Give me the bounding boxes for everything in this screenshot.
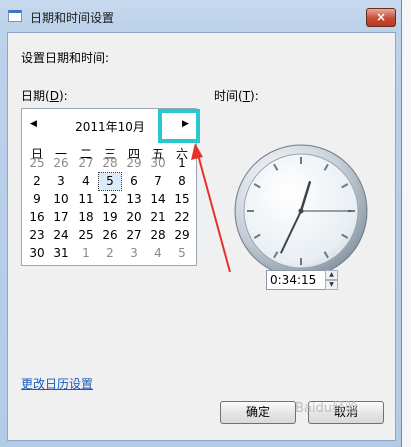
annotation-arrow bbox=[191, 143, 231, 273]
watermark-text: Baidu经验 bbox=[295, 401, 358, 416]
